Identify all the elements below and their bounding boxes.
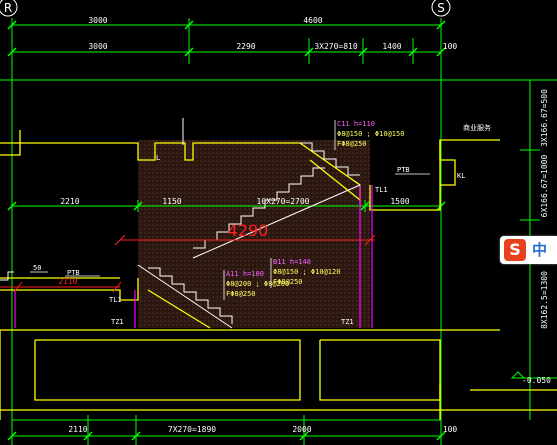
span-dimension-2110: 2110 bbox=[58, 277, 77, 286]
input-method-widget[interactable]: S 中 bbox=[500, 236, 557, 264]
top-dimensions-row-2: 3000 2290 3X270=810 1400 100 bbox=[88, 42, 457, 51]
svg-text:C11 h=110: C11 h=110 bbox=[337, 120, 375, 128]
dim-text: 1400 bbox=[382, 42, 401, 51]
dim-text: 2290 bbox=[236, 42, 255, 51]
dim-text: 3X270=810 bbox=[314, 42, 358, 51]
svg-text:Φ8@200 ; Φ8@200: Φ8@200 ; Φ8@200 bbox=[226, 280, 289, 288]
axis-bubble-left: R bbox=[0, 0, 18, 17]
svg-text:FΦ8@250: FΦ8@250 bbox=[337, 140, 367, 148]
room-label: 商业服务 bbox=[463, 123, 491, 132]
svg-text:B11 h=140: B11 h=140 bbox=[273, 258, 311, 266]
label-tl-lower: TL1 bbox=[109, 296, 122, 304]
svg-text:S: S bbox=[437, 1, 445, 15]
bottom-dimensions: 2110 7X270=1890 2000 100 bbox=[68, 425, 457, 434]
dim-text: 100 bbox=[443, 425, 458, 434]
cad-drawing-canvas[interactable]: R S 3000 4600 3000 2290 3X270=810 1400 1… bbox=[0, 0, 557, 445]
level-text: -0.050 bbox=[522, 376, 551, 385]
dim-text: 2000 bbox=[292, 425, 311, 434]
dim-text: 7X270=1890 bbox=[168, 425, 216, 434]
axis-bubble-right: S bbox=[431, 0, 451, 17]
dim-text: 8X162.5=1300 bbox=[540, 271, 549, 329]
svg-text:R: R bbox=[4, 1, 12, 15]
dim-text: 3000 bbox=[88, 42, 107, 51]
stair-section-drawing[interactable]: R S 3000 4600 3000 2290 3X270=810 1400 1… bbox=[0, 0, 557, 445]
dim-text: 1150 bbox=[162, 197, 181, 206]
label-ptb-upper: PTB bbox=[397, 166, 410, 174]
stair-c-annotation: C11 h=110 Φ8@150 ; Φ10@150 FΦ8@250 bbox=[337, 120, 404, 148]
dim-text: 1500 bbox=[390, 197, 409, 206]
ime-chinese-toggle[interactable]: 中 bbox=[532, 239, 547, 261]
label-tl-upper: TL1 bbox=[375, 186, 388, 194]
dim-text: 100 bbox=[443, 42, 458, 51]
label-l: L bbox=[156, 154, 160, 162]
label-tz-right: TZ1 bbox=[341, 318, 354, 326]
label-tz-left: TZ1 bbox=[111, 318, 124, 326]
svg-text:Φ8@150 ; Φ10@150: Φ8@150 ; Φ10@150 bbox=[337, 130, 404, 138]
dim-text: 2110 bbox=[68, 425, 87, 434]
dim-text: 4600 bbox=[303, 16, 322, 25]
dim-text: 3000 bbox=[88, 16, 107, 25]
dim-text: 3X166.67=500 bbox=[540, 89, 549, 147]
svg-text:FΦ8@250: FΦ8@250 bbox=[226, 290, 256, 298]
label-fifty: 50 bbox=[33, 264, 41, 272]
svg-text:Φ8@150 ; Φ10@120: Φ8@150 ; Φ10@120 bbox=[273, 268, 340, 276]
dim-text: 6X166.67=1000 bbox=[540, 155, 549, 218]
label-kl: KL bbox=[457, 172, 465, 180]
span-dimension-4290: 4290 bbox=[228, 221, 269, 240]
top-dimensions-row-1: 3000 4600 bbox=[88, 16, 322, 25]
svg-text:A11 h=100: A11 h=100 bbox=[226, 270, 264, 278]
dim-text: 10X270=2700 bbox=[257, 197, 310, 206]
sogou-icon[interactable]: S bbox=[504, 239, 526, 261]
dim-text: 2210 bbox=[60, 197, 79, 206]
